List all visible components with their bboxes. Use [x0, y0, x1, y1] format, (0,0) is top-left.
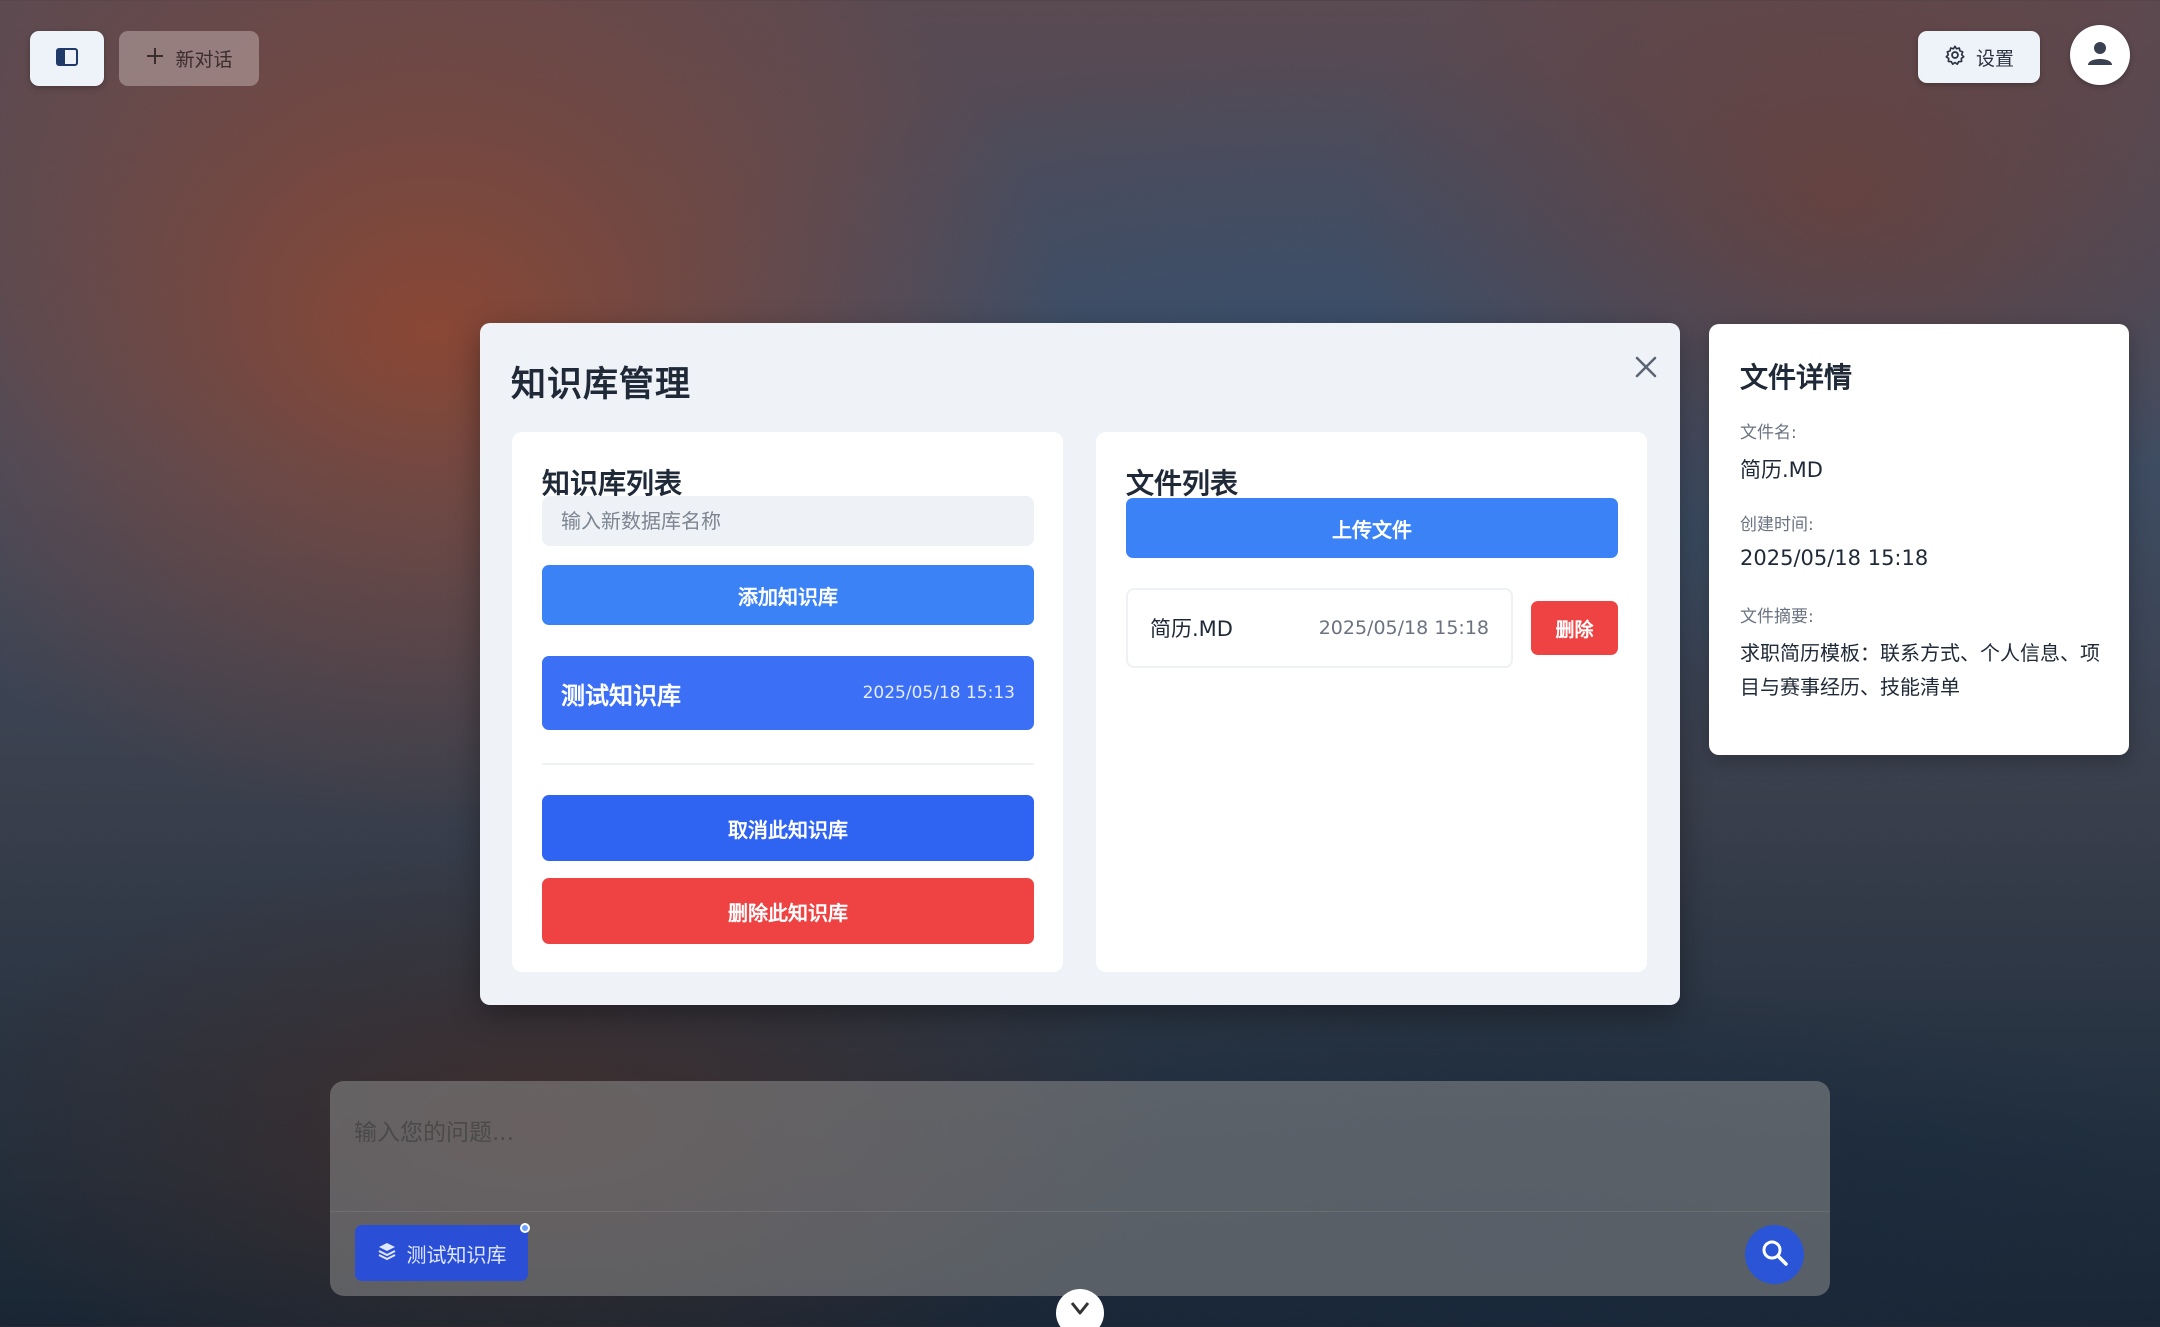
selected-kb-chip[interactable]: 测试知识库 — [355, 1223, 530, 1281]
new-chat-button[interactable]: 新对话 — [119, 31, 259, 86]
status-dot — [520, 1223, 530, 1233]
file-date: 2025/05/18 15:18 — [1318, 617, 1489, 639]
new-kb-name-input[interactable] — [542, 496, 1034, 546]
file-list-title: 文件列表 — [1126, 467, 1239, 500]
close-icon — [1635, 356, 1657, 382]
modal-title: 知识库管理 — [511, 365, 692, 405]
file-name: 简历.MD — [1150, 617, 1233, 641]
user-avatar-button[interactable] — [2070, 25, 2130, 85]
question-input[interactable] — [354, 1103, 1794, 1163]
file-detail-card: 文件详情 文件名: 简历.MD 创建时间: 2025/05/18 15:18 文… — [1709, 324, 2129, 755]
summary-value: 求职简历模板：联系方式、个人信息、项目与赛事经历、技能清单 — [1740, 641, 2100, 699]
user-icon — [2087, 40, 2113, 70]
kb-item-name: 测试知识库 — [561, 681, 681, 710]
upload-file-button[interactable]: 上传文件 — [1126, 498, 1618, 558]
toggle-sidebar-button[interactable] — [30, 31, 104, 86]
settings-label: 设置 — [1975, 47, 2014, 70]
plus-icon — [145, 46, 165, 71]
file-list-item[interactable]: 简历.MD 2025/05/18 15:18 — [1126, 588, 1513, 668]
chevron-down-icon — [1070, 1301, 1090, 1321]
knowledge-base-modal: 知识库管理 知识库列表 添加知识库 测试知识库 2025/05/18 15:13… — [480, 323, 1680, 1005]
add-kb-button[interactable]: 添加知识库 — [542, 565, 1034, 625]
filename-label: 文件名: — [1740, 423, 1797, 443]
kb-list-panel: 知识库列表 添加知识库 测试知识库 2025/05/18 15:13 取消此知识… — [512, 432, 1063, 972]
close-button[interactable] — [1628, 351, 1664, 387]
detail-title: 文件详情 — [1740, 361, 1853, 394]
layers-icon — [377, 1241, 397, 1266]
settings-button[interactable]: 设置 — [1918, 31, 2040, 83]
kb-list-item[interactable]: 测试知识库 2025/05/18 15:13 — [542, 656, 1034, 730]
created-label: 创建时间: — [1740, 515, 1814, 535]
kb-item-date: 2025/05/18 15:13 — [862, 683, 1015, 703]
new-chat-label: 新对话 — [175, 49, 233, 71]
kb-chip-label: 测试知识库 — [406, 1242, 507, 1267]
created-value: 2025/05/18 15:18 — [1740, 546, 1929, 570]
delete-file-button[interactable]: 删除 — [1531, 601, 1618, 655]
search-icon — [1761, 1239, 1789, 1271]
chat-divider — [330, 1211, 1830, 1212]
sidebar-icon — [56, 47, 78, 70]
summary-label: 文件摘要: — [1740, 607, 1814, 627]
chat-input-area: 测试知识库 — [330, 1081, 1830, 1296]
filename-value: 简历.MD — [1740, 458, 1823, 482]
send-search-button[interactable] — [1745, 1225, 1804, 1284]
divider — [542, 763, 1034, 765]
delete-kb-button[interactable]: 删除此知识库 — [542, 878, 1034, 944]
gear-icon — [1944, 44, 1966, 71]
cancel-kb-button[interactable]: 取消此知识库 — [542, 795, 1034, 861]
file-list-panel: 文件列表 上传文件 简历.MD 2025/05/18 15:18 删除 — [1096, 432, 1647, 972]
